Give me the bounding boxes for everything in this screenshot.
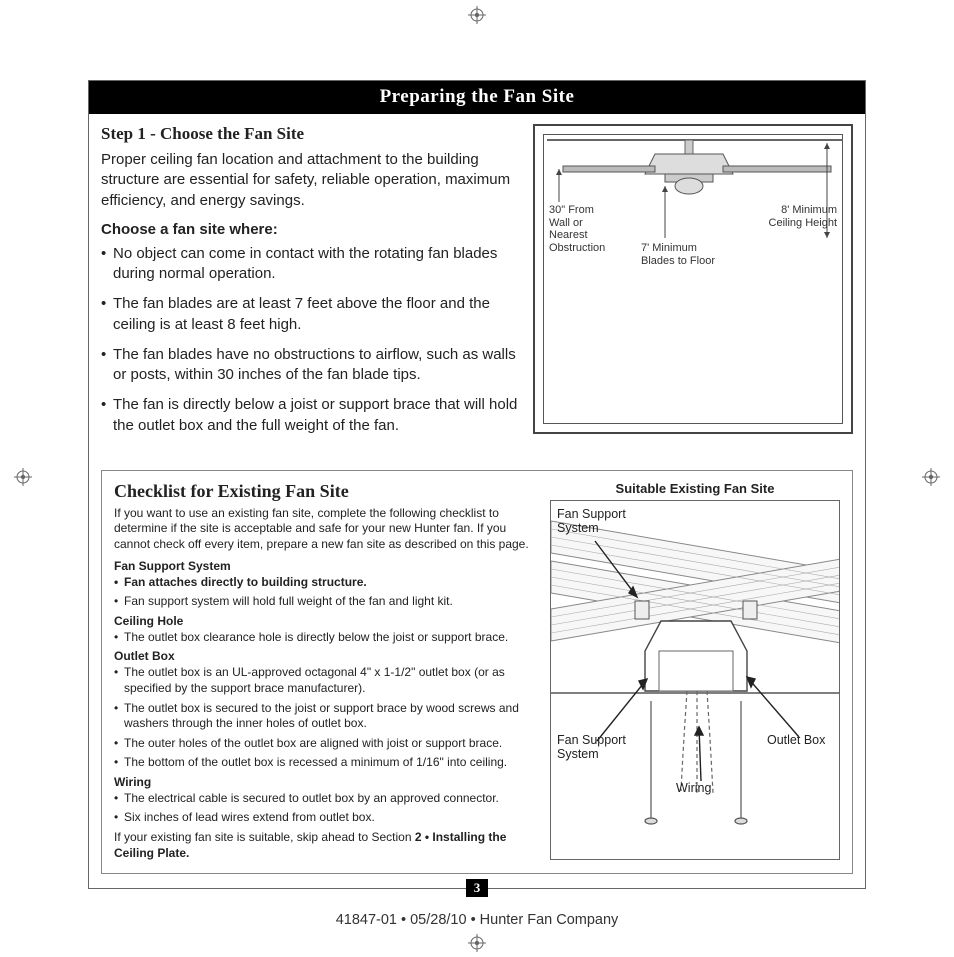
chk-item: Fan support system will hold full weight…: [114, 594, 538, 610]
checklist-footer: If your existing fan site is suitable, s…: [114, 830, 538, 861]
bullet-item: The fan is directly below a joist or sup…: [101, 395, 519, 436]
step1-title: Step 1 - Choose the Fan Site: [101, 124, 519, 144]
d2-label-wiring: Wiring: [676, 781, 711, 795]
content-frame: Preparing the Fan Site Step 1 - Choose t…: [88, 80, 866, 889]
diagram1-label-right: 8' Minimum Ceiling Height: [759, 204, 837, 229]
diagram-existing-site: Fan Support System Fan Support System Wi…: [550, 500, 840, 860]
d2-label-outlet: Outlet Box: [767, 733, 825, 747]
d2-label-fss-bottom: Fan Support System: [557, 733, 647, 762]
registration-mark-icon: [14, 468, 32, 486]
checklist-intro: If you want to use an existing fan site,…: [114, 506, 538, 553]
diagram-fan-clearance: 30" From Wall or Nearest Obstruction 7' …: [533, 124, 853, 434]
chk-item: The outer holes of the outlet box are al…: [114, 736, 538, 752]
d2-label-fss-top: Fan Support System: [557, 507, 647, 536]
chk-item: The electrical cable is secured to outle…: [114, 791, 538, 807]
registration-mark-icon: [468, 6, 486, 24]
registration-mark-icon: [468, 934, 486, 952]
chk-item: The outlet box is an UL-approved octagon…: [114, 665, 538, 696]
page-number: 3: [466, 879, 488, 897]
bullet-item: The fan blades have no obstructions to a…: [101, 345, 519, 386]
bullet-item: No object can come in contact with the r…: [101, 244, 519, 285]
registration-mark-icon: [922, 468, 940, 486]
chk-head-fss: Fan Support System: [114, 559, 538, 573]
diagram2-title: Suitable Existing Fan Site: [550, 481, 840, 496]
checklist-title: Checklist for Existing Fan Site: [114, 481, 538, 502]
chk-item: The bottom of the outlet box is recessed…: [114, 755, 538, 771]
chk-footer-text: If your existing fan site is suitable, s…: [114, 830, 415, 844]
chk-item: The outlet box clearance hole is directl…: [114, 630, 538, 646]
chk-item: Six inches of lead wires extend from out…: [114, 810, 538, 826]
chk-head-ch: Ceiling Hole: [114, 614, 538, 628]
chk-head-w: Wiring: [114, 775, 538, 789]
chk-head-ob: Outlet Box: [114, 649, 538, 663]
step1-bullets: No object can come in contact with the r…: [101, 244, 519, 436]
diagram1-label-center: 7' Minimum Blades to Floor: [641, 242, 721, 267]
diagram1-label-left: 30" From Wall or Nearest Obstruction: [549, 204, 609, 255]
step1-intro: Proper ceiling fan location and attachme…: [101, 150, 519, 211]
chk-item: Fan attaches directly to building struct…: [114, 575, 538, 591]
bullet-item: The fan blades are at least 7 feet above…: [101, 294, 519, 335]
step1-subhead: Choose a fan site where:: [101, 221, 519, 238]
checklist-box: Checklist for Existing Fan Site If you w…: [101, 470, 853, 875]
chk-item: The outlet box is secured to the joist o…: [114, 701, 538, 732]
section-banner: Preparing the Fan Site: [89, 81, 865, 114]
page-footer: 41847-01 • 05/28/10 • Hunter Fan Company: [0, 912, 954, 928]
